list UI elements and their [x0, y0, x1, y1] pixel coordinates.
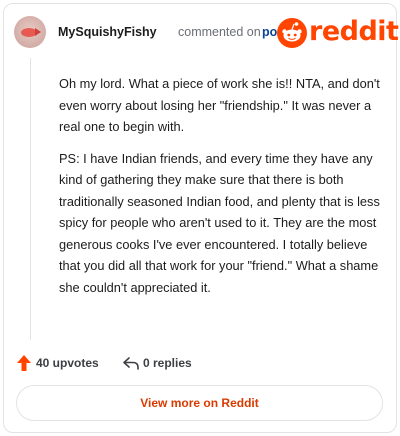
- comment-body: Oh my lord. What a piece of work she is!…: [59, 73, 383, 308]
- reply-count: 0 replies: [143, 356, 192, 370]
- comment-header: MySquishyFishy commented on post reddit: [14, 14, 399, 50]
- author-username[interactable]: MySquishyFishy: [58, 25, 157, 39]
- reddit-wordmark: reddit: [309, 16, 399, 47]
- fish-tail-icon: [35, 28, 41, 36]
- upvote-count: 40 upvotes: [36, 356, 99, 370]
- comment-paragraph-1: Oh my lord. What a piece of work she is!…: [59, 76, 380, 134]
- comment-actions: 40 upvotes 0 replies: [14, 352, 374, 374]
- reddit-snoo-icon: [277, 18, 307, 48]
- thread-line: [30, 58, 31, 340]
- comment-paragraph-2: PS: I have Indian friends, and every tim…: [59, 150, 380, 295]
- commented-on-text: commented on: [178, 25, 261, 39]
- reply-arrow-icon[interactable]: [122, 354, 140, 372]
- view-more-button[interactable]: View more on Reddit: [16, 385, 383, 421]
- upvote-arrow-icon[interactable]: [16, 354, 32, 372]
- avatar[interactable]: [14, 16, 46, 48]
- reddit-logo[interactable]: reddit: [277, 16, 399, 48]
